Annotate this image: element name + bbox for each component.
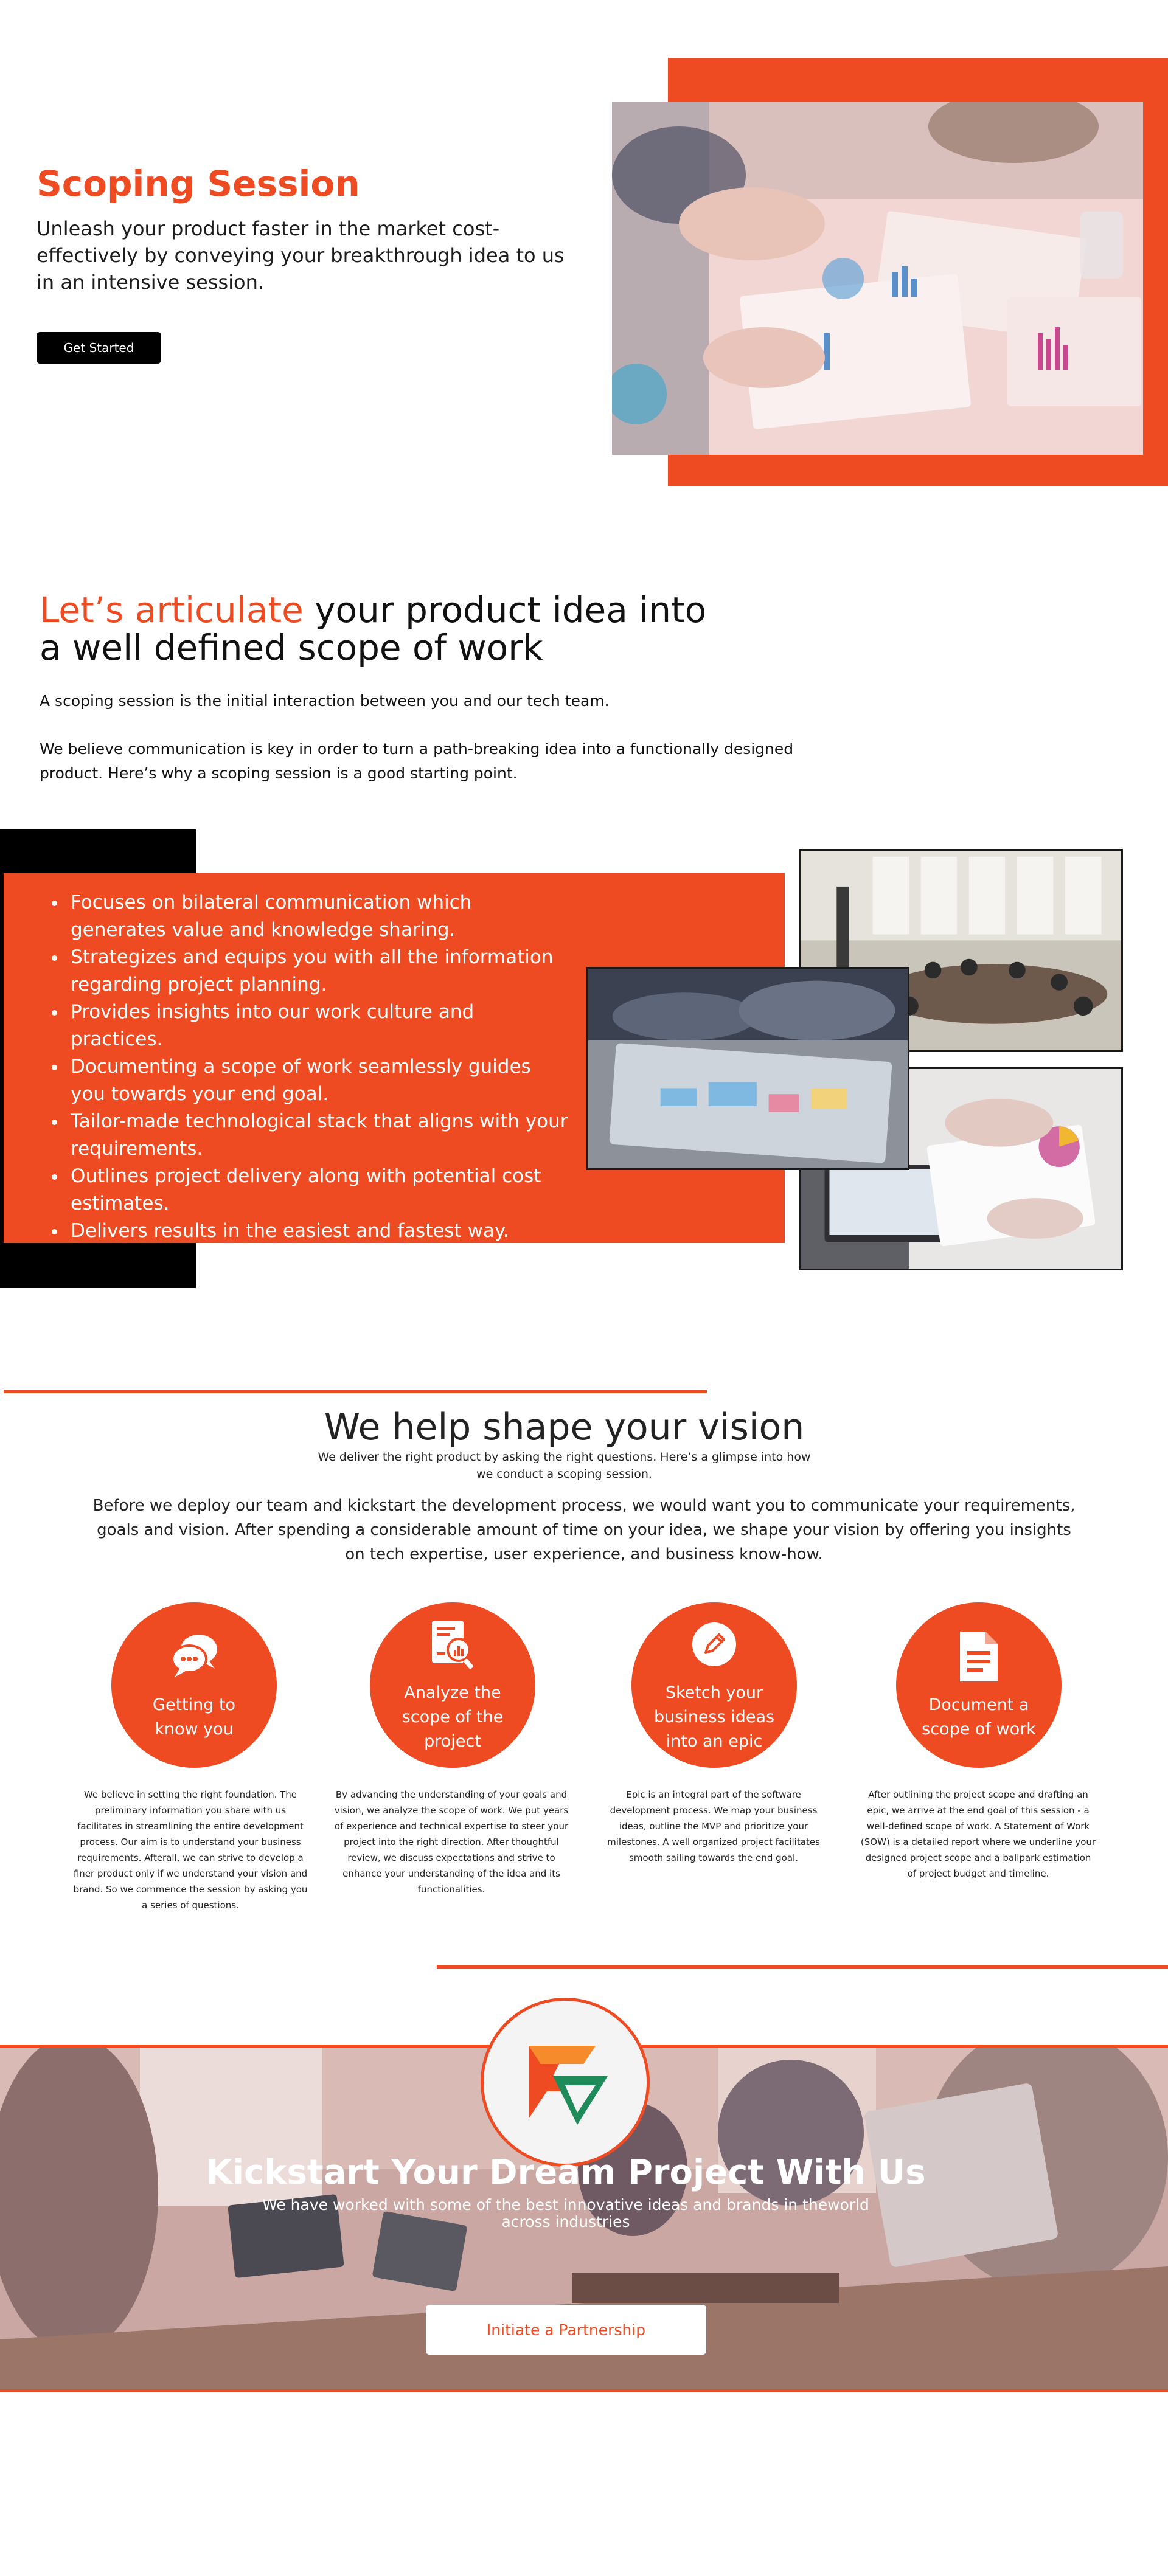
articulate-heading-highlight: Let’s articulate	[40, 589, 304, 631]
list-item: Focuses on bilateral communication which…	[67, 889, 569, 944]
articulate-heading: Let’s articulate your product idea into …	[40, 591, 770, 667]
chat-bubbles-icon	[166, 1629, 222, 1684]
articulate-paragraph-2: We believe communication is key in order…	[40, 740, 794, 782]
step-getting-to-know-you: Getting to know you	[111, 1602, 277, 1768]
step-sketch-epic: Sketch your business ideas into an epic	[631, 1602, 797, 1768]
section-divider	[4, 1390, 707, 1393]
step-description: Epic is an integral part of the software…	[607, 1789, 820, 1863]
step-label: Document a scope of work	[922, 1695, 1036, 1739]
kickstart-heading: Kickstart Your Dream Project With Us	[206, 2153, 926, 2192]
step-label: Analyze the scope of the project	[401, 1683, 504, 1751]
list-item: Outlines project delivery along with pot…	[67, 1163, 569, 1217]
step-document-scope: Document a scope of work	[896, 1602, 1062, 1768]
step-description: We believe in setting the right foundati…	[73, 1789, 308, 1911]
pencil-icon	[686, 1616, 742, 1672]
articulate-heading-rest: your product idea into	[303, 589, 707, 631]
hero-subtitle: Unleash your product faster in the marke…	[36, 217, 565, 294]
hero-title: Scoping Session	[36, 163, 360, 204]
shape-subheading: We deliver the right product by asking t…	[318, 1450, 811, 1481]
list-item: Strategizes and equips you with all the …	[67, 944, 569, 999]
list-item: Delivers results in the easiest and fast…	[67, 1217, 569, 1245]
tablet-discussion-photo	[586, 967, 909, 1170]
step-label: Getting to know you	[152, 1695, 236, 1739]
articulate-paragraph-1: A scoping session is the initial interac…	[40, 692, 610, 710]
step-label: Sketch your business ideas into an epic	[653, 1683, 775, 1751]
document-icon	[951, 1629, 1007, 1684]
step-description: By advancing the understanding of your g…	[334, 1789, 569, 1895]
company-logo	[481, 1998, 650, 2167]
step-description: After outlining the project scope and dr…	[860, 1789, 1096, 1879]
list-item: Tailor-made technological stack that ali…	[67, 1108, 569, 1163]
section-divider	[437, 1965, 1168, 1969]
initiate-partnership-button[interactable]: Initiate a Partnership	[426, 2305, 706, 2355]
shape-heading: We help shape your vision	[324, 1406, 805, 1449]
step-analyze-scope: Analyze the scope of the project	[370, 1602, 535, 1768]
report-analysis-icon	[425, 1616, 481, 1672]
get-started-button[interactable]: Get Started	[36, 332, 161, 364]
list-item: Provides insights into our work culture …	[67, 999, 569, 1053]
shape-description: Before we deploy our team and kickstart …	[92, 1497, 1076, 1563]
articulate-heading-line2: a well defined scope of work	[40, 627, 543, 668]
benefits-list: Focuses on bilateral communication which…	[46, 889, 569, 1245]
list-item: Documenting a scope of work seamlessly g…	[67, 1053, 569, 1108]
kickstart-subheading: We have worked with some of the best inn…	[262, 2196, 869, 2231]
hero-meeting-photo	[612, 102, 1143, 455]
